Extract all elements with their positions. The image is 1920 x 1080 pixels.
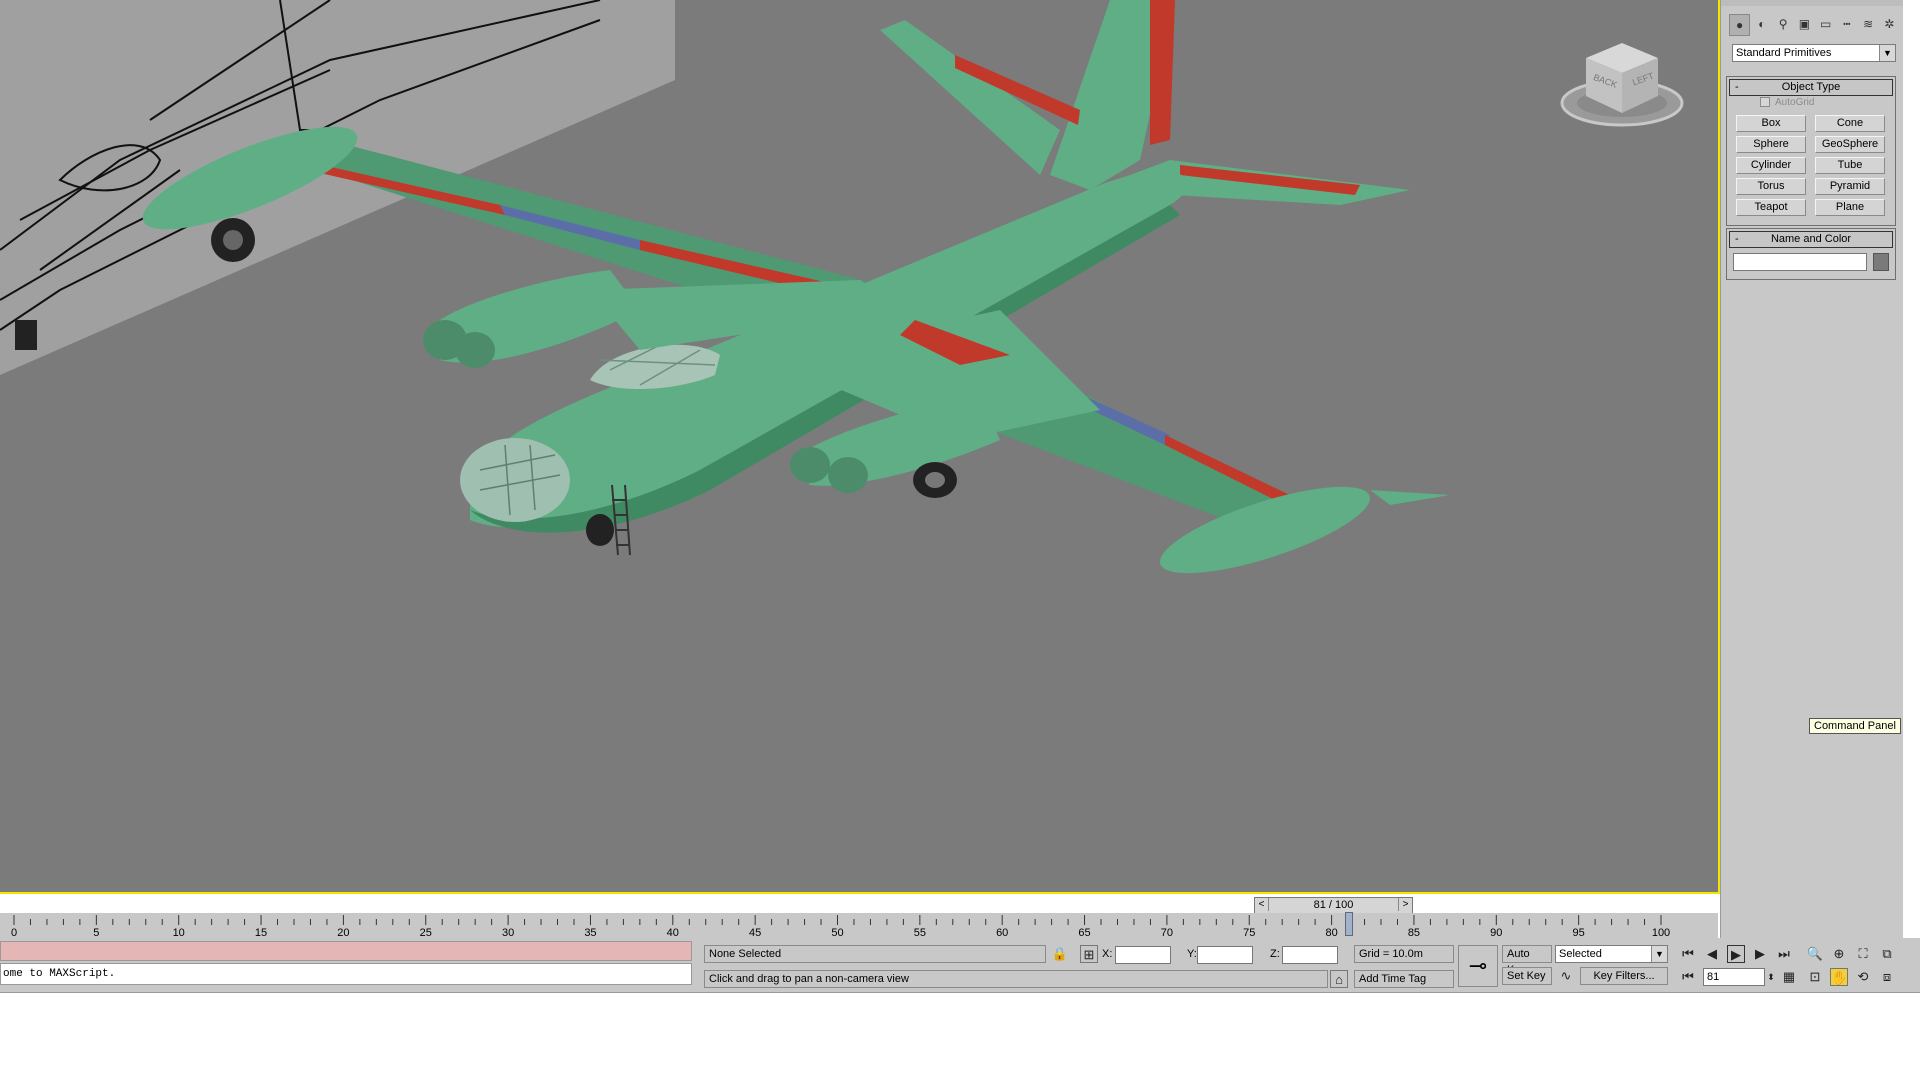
previous-frame-icon[interactable]: ◀ [1703, 945, 1721, 963]
key-mode-dropdown[interactable]: Selected ▼ [1555, 945, 1668, 963]
pyramid-button[interactable]: Pyramid [1815, 178, 1885, 195]
time-slider-prev-button[interactable]: < [1255, 898, 1269, 911]
object-name-input[interactable] [1733, 253, 1867, 271]
torus-button[interactable]: Torus [1736, 178, 1806, 195]
utilities-icon[interactable]: ┅ [1837, 14, 1856, 34]
motion-icon[interactable]: ▣ [1795, 14, 1814, 34]
curve-editor-icon[interactable]: ∿ [1557, 967, 1575, 985]
zoom-icon[interactable]: 🔍 [1806, 945, 1824, 963]
object-color-swatch[interactable] [1873, 253, 1889, 271]
command-panel: ● ◐ ⚲ ▣ ▭ ┅ ≋ ✲ Standard Primitives ▼ - … [1720, 0, 1903, 938]
absolute-mode-icon[interactable]: ⊞ [1080, 945, 1098, 963]
autogrid-label: AutoGrid [1775, 97, 1815, 108]
chevron-down-icon: ▼ [1879, 45, 1895, 61]
prompt-line: Click and drag to pan a non-camera view [704, 970, 1328, 988]
time-configuration-icon[interactable]: ▦ [1780, 968, 1798, 986]
lock-icon[interactable]: 🔒 [1051, 945, 1069, 963]
nose-gear-wheel [586, 514, 614, 546]
systems-icon[interactable]: ✲ [1880, 14, 1899, 34]
object-type-title: Object Type [1781, 81, 1841, 93]
nose-glazing [460, 438, 570, 522]
next-frame-icon[interactable]: ▶ [1751, 945, 1769, 963]
key-mode-value: Selected [1559, 948, 1602, 960]
command-panel-tooltip: Command Panel [1809, 718, 1901, 734]
chevron-down-icon: ▼ [1651, 946, 1667, 962]
selection-status: None Selected [704, 945, 1046, 963]
name-and-color-title: Name and Color [1770, 233, 1852, 245]
zoom-extents-icon[interactable]: ⛶ [1854, 945, 1872, 963]
collapse-icon: - [1735, 81, 1739, 93]
category-dropdown[interactable]: Standard Primitives ▼ [1732, 44, 1896, 62]
object-type-header[interactable]: - Object Type [1729, 79, 1893, 96]
sphere-button[interactable]: Sphere [1736, 136, 1806, 153]
plane-button[interactable]: Plane [1815, 199, 1885, 216]
command-panel-tabs: ● ◐ ⚲ ▣ ▭ ┅ ≋ ✲ [1729, 14, 1899, 36]
set-key-icon[interactable]: ⊸ [1458, 945, 1498, 987]
box-button[interactable]: Box [1736, 115, 1806, 132]
checkbox-icon [1760, 97, 1770, 108]
orbit-icon[interactable]: ⟲ [1854, 968, 1872, 986]
maxscript-output[interactable]: ome to MAXScript. [0, 963, 692, 985]
object-type-rollout: - Object Type AutoGrid Box Cone Sphere G… [1726, 76, 1896, 226]
go-to-start-icon[interactable]: ⏮ [1679, 945, 1697, 963]
name-and-color-rollout: - Name and Color [1726, 228, 1896, 280]
geosphere-button[interactable]: GeoSphere [1815, 136, 1885, 153]
perspective-viewport[interactable]: BACK LEFT [0, 0, 1720, 894]
autogrid-checkbox[interactable]: AutoGrid [1760, 97, 1814, 108]
x-coordinate-input[interactable] [1115, 946, 1171, 964]
cylinder-button[interactable]: Cylinder [1736, 157, 1806, 174]
time-slider-value: 81 / 100 [1313, 899, 1354, 911]
field-of-view-icon[interactable]: ⊡ [1806, 968, 1824, 986]
collapse-icon: - [1735, 233, 1739, 245]
play-icon[interactable]: ▶ [1727, 945, 1745, 963]
key-mode-toggle-icon[interactable]: ⏮ [1679, 968, 1697, 986]
go-to-end-icon[interactable]: ⏭ [1775, 945, 1793, 963]
category-dropdown-value: Standard Primitives [1736, 47, 1832, 59]
zoom-all-icon[interactable]: ⊕ [1830, 945, 1848, 963]
create-icon[interactable]: ● [1729, 14, 1751, 36]
panel-top-strip [1721, 0, 1903, 6]
cone-button[interactable]: Cone [1815, 115, 1885, 132]
pan-view-icon[interactable]: ✋ [1830, 968, 1848, 986]
aircraft-model[interactable] [0, 0, 1718, 892]
frame-spinner-icon[interactable]: ⬍ [1765, 968, 1777, 986]
auto-key-button[interactable]: Auto Key [1502, 945, 1552, 976]
helpers-icon[interactable]: ≋ [1859, 14, 1878, 34]
z-coordinate-input[interactable] [1282, 946, 1338, 964]
y-coordinate-input[interactable] [1197, 946, 1253, 964]
maxscript-listener-input[interactable] [0, 941, 692, 961]
y-label: Y: [1187, 948, 1197, 960]
z-label: Z: [1270, 948, 1280, 960]
time-slider-next-button[interactable]: > [1398, 898, 1412, 911]
time-tag-icon[interactable]: ⌂ [1330, 970, 1348, 988]
time-slider[interactable]: < 81 / 100 > [1254, 897, 1413, 914]
modify-icon[interactable]: ◐ [1752, 14, 1771, 34]
current-frame-input[interactable]: 81 [1703, 968, 1765, 986]
add-time-tag-button[interactable]: Add Time Tag [1354, 970, 1454, 988]
trackbar-playhead[interactable] [1345, 912, 1354, 936]
viewcube[interactable]: BACK LEFT [1560, 38, 1685, 138]
zoom-extents-all-icon[interactable]: ⧉ [1878, 945, 1896, 963]
maximize-viewport-icon[interactable]: ⧈ [1878, 968, 1896, 986]
x-label: X: [1102, 948, 1113, 960]
tube-button[interactable]: Tube [1815, 157, 1885, 174]
key-filters-button[interactable]: Key Filters... [1580, 967, 1668, 985]
teapot-button[interactable]: Teapot [1736, 199, 1806, 216]
hierarchy-icon[interactable]: ⚲ [1774, 14, 1793, 34]
grid-size: Grid = 10.0m [1354, 945, 1454, 963]
display-icon[interactable]: ▭ [1816, 14, 1835, 34]
set-key-button[interactable]: Set Key [1502, 967, 1552, 985]
name-and-color-header[interactable]: - Name and Color [1729, 231, 1893, 248]
